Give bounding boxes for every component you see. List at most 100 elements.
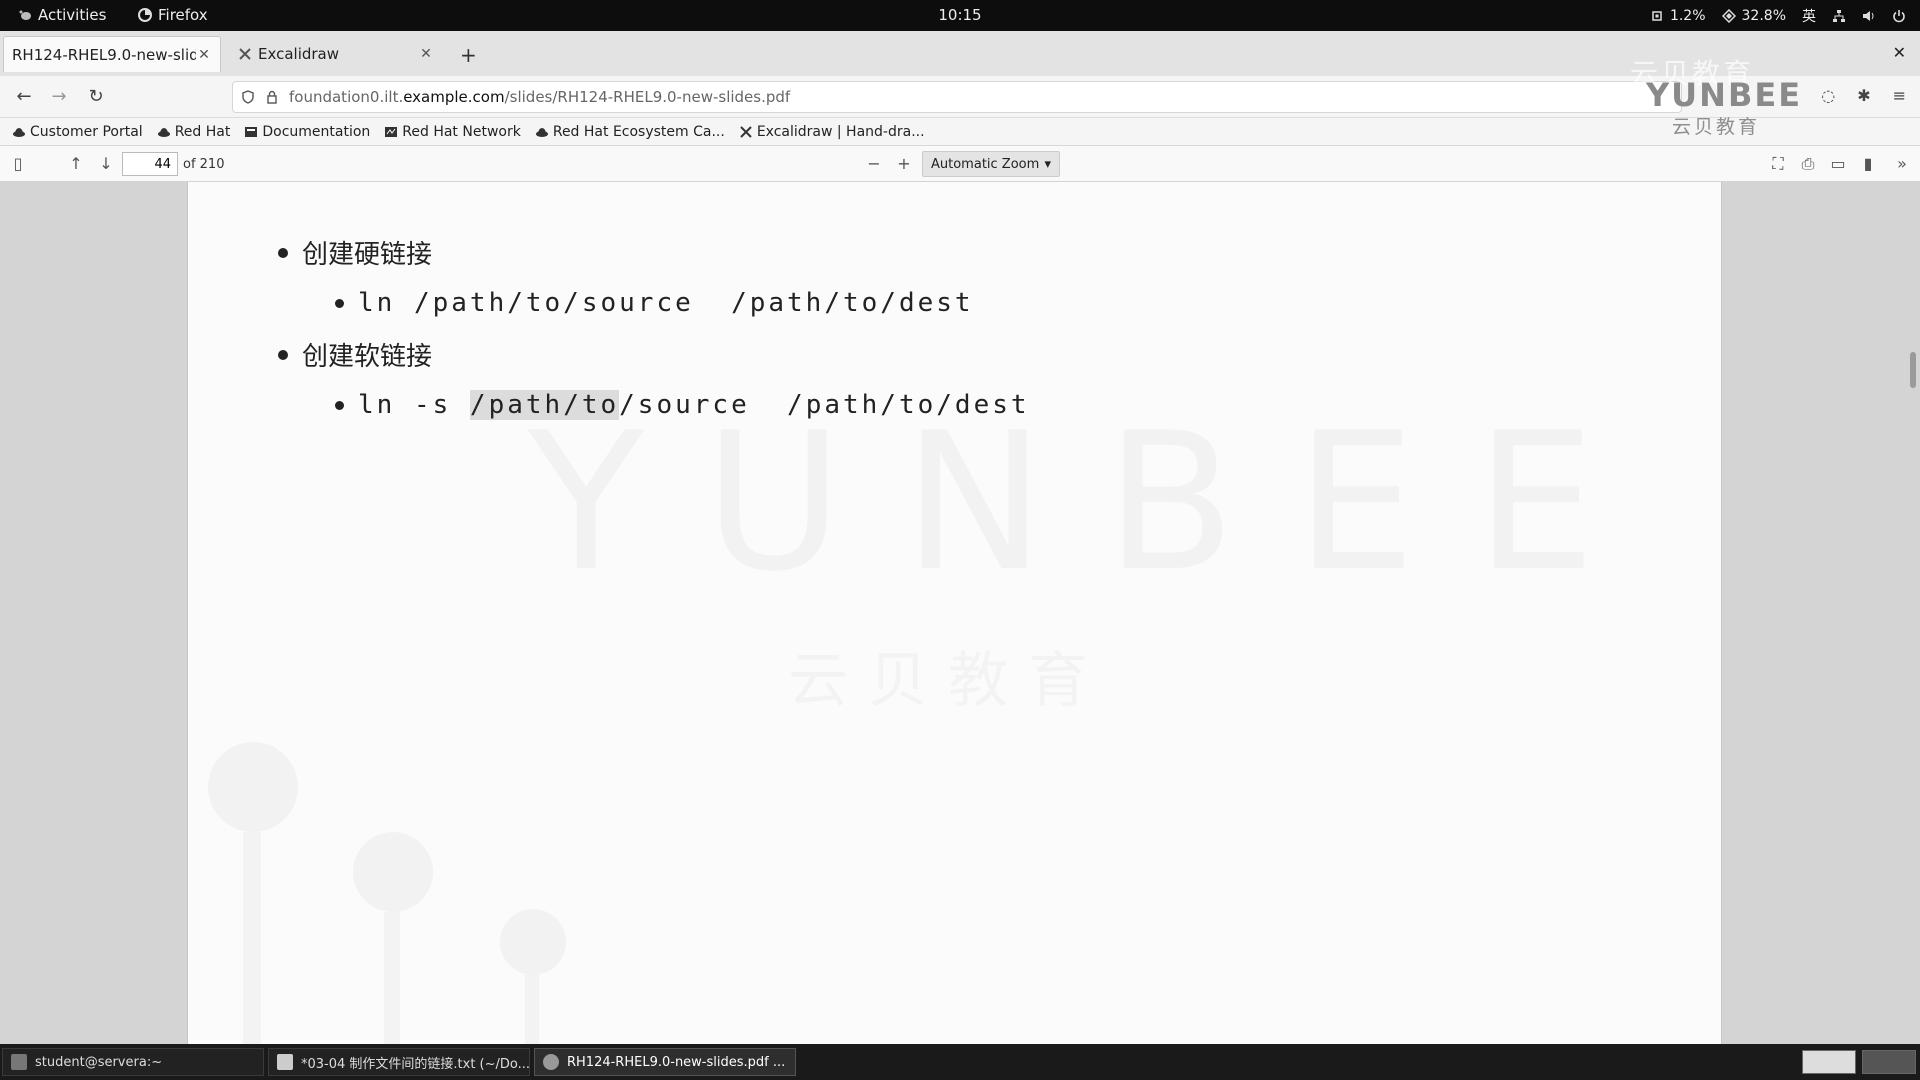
command-text: ln /path/to/source /path/to/dest [358,288,974,318]
page-number-input[interactable] [122,152,178,176]
url-prefix: foundation0.ilt. [289,88,404,106]
activities-button[interactable]: Activities [18,6,106,24]
bookmark-icon[interactable]: ▮ [1858,154,1878,174]
forward-button[interactable]: → [47,85,71,109]
cpu-indicator[interactable]: 1.2% [1650,8,1706,24]
redhat-icon [535,127,548,137]
task-label: *03-04 制作文件间的链接.txt (~/Do... [301,1056,530,1072]
decorative-circles [188,702,608,1044]
new-tab-button[interactable]: + [460,43,477,67]
reload-button[interactable]: ↻ [84,85,108,109]
battery-value: 32.8% [1741,8,1786,24]
excalidraw-icon [740,125,752,138]
selected-text[interactable]: /path/to [469,390,620,420]
page-watermark-cn: 云贝教育 [788,632,1108,719]
bookmark-label: Customer Portal [30,123,143,140]
task-firefox[interactable]: RH124-RHEL9.0-new-slides.pdf ... [534,1048,796,1076]
bullet-dot [335,298,344,308]
toolbar-icons: ◌ ✱ ≡ [1821,86,1906,105]
bookmarks-toolbar: Customer Portal Red Hat Documentation Re… [0,118,1920,146]
battery-indicator[interactable]: 32.8% [1721,8,1786,24]
bookmark-red-hat[interactable]: Red Hat [157,124,230,140]
bookmark-label: Excalidraw | Hand-dra... [756,123,925,140]
pdf-toolbar: ▯ ↑ ↓ of 210 − + Automatic Zoom ▾ ⛶ ⎙ ▭ … [0,146,1920,182]
bullet-dot [278,247,288,258]
firefox-icon [543,1054,559,1070]
system-top-bar: Activities Firefox 10:15 1.2% 32.8% 英 [0,0,1920,31]
system-tray[interactable]: 1.2% 32.8% 英 [1650,6,1906,26]
clock[interactable]: 10:15 [0,6,1920,24]
pdf-viewer[interactable]: YUNBEE 云贝教育 创建硬链接 ln /path/to/source /pa… [0,182,1920,1044]
tab-slides[interactable]: RH124-RHEL9.0-new-slides ✕ [3,36,221,72]
page-watermark: YUNBEE [528,392,1656,613]
bookmark-documentation[interactable]: Documentation [244,124,370,140]
workspace-2[interactable] [1862,1050,1916,1074]
navigation-bar: ← → ↻ foundation0.ilt.example.com/slides… [0,76,1920,118]
bullet-text: 创建软链接 [302,342,433,372]
pocket-icon[interactable]: ◌ [1821,86,1835,105]
shield-icon[interactable] [241,90,255,104]
page-total: of 210 [183,157,225,172]
bookmark-label: Red Hat Network [402,123,521,140]
firefox-icon [138,8,152,22]
pdf-page[interactable]: YUNBEE 云贝教育 创建硬链接 ln /path/to/source /pa… [187,182,1722,1044]
extensions-icon[interactable]: ✱ [1857,86,1870,105]
zoom-select[interactable]: Automatic Zoom ▾ [922,151,1060,177]
url-host: example.com [403,88,505,106]
sidebar-toggle-icon[interactable]: ▯ [8,154,28,174]
print-icon[interactable]: ⎙ [1798,154,1818,174]
app-name: Firefox [158,6,208,24]
redhat-icon [157,127,170,137]
bullet-text: 创建硬链接 [302,240,433,270]
tab-excalidraw[interactable]: Excalidraw ✕ [230,36,442,72]
network-icon[interactable] [1832,9,1846,23]
bullet-soft-link-command: ln -s /path/to/source /path/to/dest [335,390,1030,420]
volume-icon[interactable] [1862,9,1876,23]
activities-label: Activities [38,6,107,24]
task-label: student@servera:~ [35,1054,163,1070]
input-method-indicator[interactable]: 英 [1802,6,1816,26]
bookmark-label: Documentation [262,123,371,140]
window-close-button[interactable]: ✕ [1893,43,1906,62]
close-icon[interactable]: ✕ [196,47,212,63]
task-label: RH124-RHEL9.0-new-slides.pdf ... [567,1054,786,1070]
command-prefix: ln -s [358,390,470,420]
next-page-icon[interactable]: ↓ [96,154,116,174]
bookmark-excalidraw[interactable]: Excalidraw | Hand-dra... [739,124,925,140]
presentation-mode-icon[interactable]: ⛶ [1768,154,1788,174]
power-icon[interactable] [1892,9,1906,23]
task-text-editor[interactable]: *03-04 制作文件间的链接.txt (~/Do... [268,1048,530,1076]
redhat-icon [13,127,25,137]
previous-page-icon[interactable]: ↑ [66,154,86,174]
zoom-out-icon[interactable]: − [864,154,884,174]
app-menu[interactable]: Firefox [138,6,208,24]
zoom-value: Automatic Zoom [931,156,1040,172]
tools-menu-icon[interactable]: » [1892,154,1912,174]
memory-icon [1721,9,1736,23]
command-suffix: /source /path/to/dest [619,390,1030,420]
tab-strip: RH124-RHEL9.0-new-slides ✕ Excalidraw ✕ … [0,31,1920,76]
tab-label: RH124-RHEL9.0-new-slides [12,45,196,64]
url-bar[interactable]: foundation0.ilt.example.com/slides/RH124… [232,81,1682,113]
gnome-foot-icon [19,10,31,20]
bullet-dot [278,349,288,360]
command-text: ln -s /path/to/source /path/to/dest [358,390,1030,420]
network-icon [385,126,398,137]
task-terminal[interactable]: student@servera:~ [2,1048,264,1076]
zoom-in-icon[interactable]: + [894,154,914,174]
bookmark-red-hat-network[interactable]: Red Hat Network [384,124,521,140]
back-button[interactable]: ← [12,85,36,109]
menu-icon[interactable]: ≡ [1893,86,1906,105]
bookmark-red-hat-ecosystem[interactable]: Red Hat Ecosystem Ca... [535,124,725,140]
bullet-hard-link: 创建硬链接 [278,234,432,271]
vertical-scrollbar[interactable] [1910,352,1916,388]
bullet-soft-link: 创建软链接 [278,336,432,373]
lock-icon[interactable] [265,90,279,104]
close-icon[interactable]: ✕ [418,46,434,62]
workspace-1[interactable] [1802,1050,1856,1074]
open-file-icon[interactable]: ▭ [1828,154,1848,174]
url-path: /slides/RH124-RHEL9.0-new-slides.pdf [504,88,791,106]
chevron-down-icon: ▾ [1044,156,1051,172]
excalidraw-icon [239,48,251,60]
bookmark-customer-portal[interactable]: Customer Portal [12,124,143,140]
